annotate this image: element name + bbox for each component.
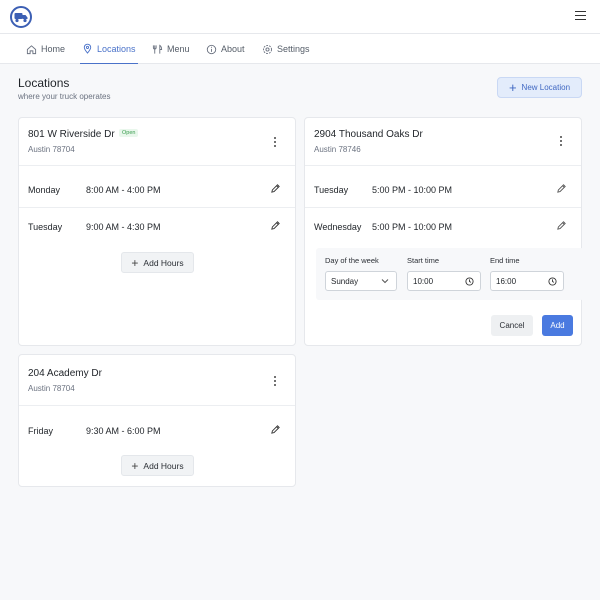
- nav-item-locations[interactable]: Locations: [80, 34, 138, 64]
- nav-item-label: Home: [41, 44, 66, 54]
- truck-icon: [14, 13, 28, 23]
- start-time-label: Start time: [407, 256, 440, 265]
- hours-time: 9:00 AM - 4:30 PM: [86, 222, 161, 232]
- card-header: 204 Academy Dr Austin 78704: [19, 355, 295, 406]
- plus-icon: +: [131, 255, 139, 270]
- hours-row: Monday 8:00 AM - 4:00 PM: [19, 172, 295, 208]
- hours-row: Friday 9:30 AM - 6:00 PM: [19, 413, 295, 449]
- add-hours-label: Add Hours: [143, 460, 184, 471]
- hours-day: Tuesday: [28, 222, 63, 232]
- add-hours-button[interactable]: + Add Hours: [121, 252, 194, 273]
- location-city-zip: Austin 78704: [28, 145, 75, 154]
- start-time-input[interactable]: 10:00: [407, 271, 481, 291]
- location-city-zip: Austin 78746: [314, 145, 361, 154]
- hours-row: Tuesday 5:00 PM - 10:00 PM: [305, 172, 581, 208]
- location-address: 801 W Riverside Dr: [28, 129, 115, 140]
- card-header: 2904 Thousand Oaks Dr Austin 78746: [305, 118, 581, 166]
- nav-item-menu[interactable]: Menu: [150, 34, 192, 64]
- location-card: 801 W Riverside Dr Open Austin 78704 Mon…: [18, 117, 296, 346]
- location-card: 204 Academy Dr Austin 78704 Friday 9:30 …: [18, 354, 296, 487]
- end-time-value: 16:00: [496, 276, 517, 286]
- add-hours-form: Day of the week Sunday Start time 10:00 …: [316, 248, 584, 300]
- location-card: 2904 Thousand Oaks Dr Austin 78746 Tuesd…: [304, 117, 584, 346]
- day-of-week-label: Day of the week: [325, 256, 379, 265]
- location-address: 204 Academy Dr: [28, 368, 102, 379]
- add-hours-label: Add Hours: [143, 257, 184, 268]
- more-options-icon[interactable]: [557, 135, 565, 147]
- hours-time: 9:30 AM - 6:00 PM: [86, 426, 161, 436]
- edit-pencil-icon[interactable]: [556, 183, 567, 194]
- nav-item-settings[interactable]: Settings: [260, 34, 312, 64]
- gear-icon: [263, 44, 272, 54]
- start-time-value: 10:00: [413, 276, 434, 286]
- nav-item-label: Menu: [167, 44, 190, 54]
- app-logo[interactable]: [10, 6, 32, 28]
- new-location-button[interactable]: + New Location: [497, 77, 582, 98]
- clock-icon: [548, 277, 557, 286]
- main-nav: Home Locations Menu About Settings: [0, 34, 600, 64]
- add-hours-button[interactable]: + Add Hours: [121, 455, 194, 476]
- nav-item-about[interactable]: About: [204, 34, 247, 64]
- end-time-label: End time: [490, 256, 520, 265]
- utensils-icon: [152, 44, 163, 54]
- page-title: Locations: [18, 76, 70, 90]
- hours-row: Tuesday 9:00 AM - 4:30 PM: [19, 209, 295, 245]
- edit-pencil-icon[interactable]: [270, 220, 281, 231]
- more-options-icon[interactable]: [271, 136, 279, 148]
- chevron-down-icon: [381, 279, 389, 284]
- edit-pencil-icon[interactable]: [270, 183, 281, 194]
- edit-pencil-icon[interactable]: [556, 220, 567, 231]
- hours-time: 8:00 AM - 4:00 PM: [86, 185, 161, 195]
- card-header: 801 W Riverside Dr Open Austin 78704: [19, 118, 295, 166]
- new-location-label: New Location: [521, 83, 571, 92]
- status-badge: Open: [119, 129, 139, 137]
- day-of-week-value: Sunday: [331, 276, 359, 286]
- more-options-icon[interactable]: [271, 375, 279, 387]
- hours-day: Tuesday: [314, 185, 349, 195]
- hours-row: Wednesday 5:00 PM - 10:00 PM: [305, 209, 581, 245]
- nav-item-home[interactable]: Home: [24, 34, 67, 64]
- location-address: 2904 Thousand Oaks Dr: [314, 129, 423, 140]
- plus-icon: +: [131, 458, 139, 473]
- hours-day: Friday: [28, 426, 54, 436]
- day-of-week-select[interactable]: Sunday: [325, 271, 397, 291]
- end-time-input[interactable]: 16:00: [490, 271, 564, 291]
- info-icon: [206, 44, 217, 54]
- clock-icon: [465, 277, 474, 286]
- hours-day: Wednesday: [314, 222, 362, 232]
- home-icon: [26, 44, 37, 54]
- top-bar: [0, 0, 600, 34]
- nav-item-label: About: [221, 44, 245, 54]
- cancel-button[interactable]: Cancel: [491, 315, 533, 336]
- nav-item-label: Locations: [97, 43, 136, 54]
- hamburger-icon[interactable]: [575, 11, 586, 21]
- edit-pencil-icon[interactable]: [270, 424, 281, 435]
- hours-time: 5:00 PM - 10:00 PM: [372, 222, 453, 232]
- hours-day: Monday: [28, 185, 61, 195]
- location-city-zip: Austin 78704: [28, 384, 75, 393]
- page-subtitle: where your truck operates: [18, 92, 111, 101]
- hours-time: 5:00 PM - 10:00 PM: [372, 185, 453, 195]
- add-button[interactable]: Add: [542, 315, 573, 336]
- plus-icon: +: [508, 79, 517, 95]
- nav-item-label: Settings: [277, 44, 310, 54]
- map-pin-icon: [83, 43, 92, 54]
